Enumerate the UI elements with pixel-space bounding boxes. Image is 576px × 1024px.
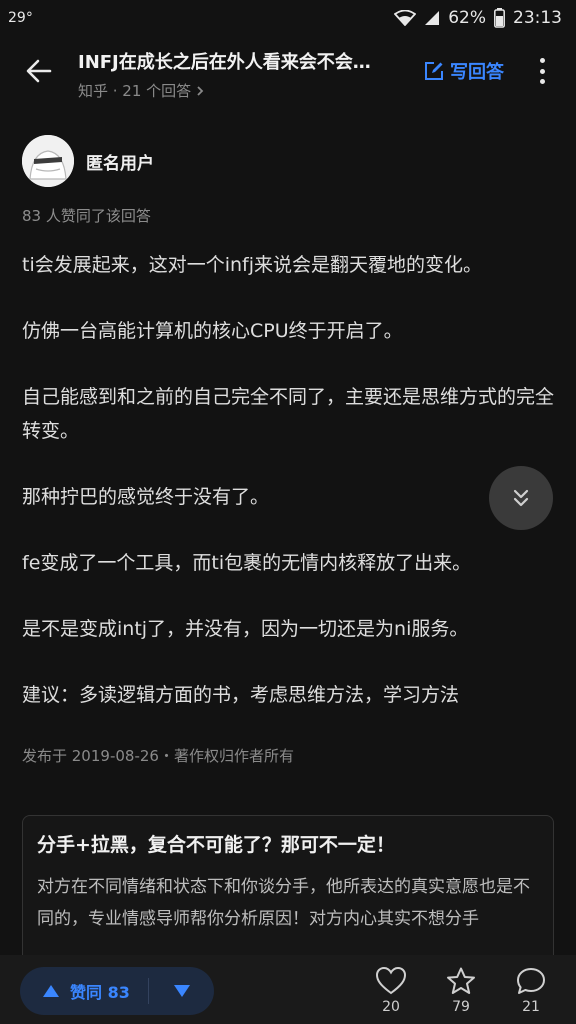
anonymous-avatar-icon bbox=[22, 135, 74, 187]
likes-note: 83 人赞同了该回答 bbox=[22, 207, 151, 225]
like-button[interactable]: 20 bbox=[366, 967, 416, 1015]
downvote-button[interactable] bbox=[149, 984, 214, 998]
answer-paragraph: 建议：多读逻辑方面的书，考虑思维方法，学习方法 bbox=[22, 684, 460, 706]
publish-info: 发布于 2019-08-26・著作权归作者所有 bbox=[22, 747, 294, 765]
question-title-block[interactable]: INFJ在成长之后在外人看来会不会… 知乎 · 21 个回答 bbox=[78, 48, 408, 101]
like-count: 20 bbox=[382, 999, 400, 1015]
signal-icon bbox=[424, 10, 440, 26]
scroll-down-button[interactable] bbox=[489, 466, 553, 530]
chevron-right-icon bbox=[197, 85, 204, 96]
answer-paragraph: 自己能感到和之前的自己完全不同了，主要还是思维方式的完全转变。 bbox=[22, 386, 555, 442]
battery-text: 62% bbox=[448, 8, 486, 28]
comment-count: 21 bbox=[522, 999, 540, 1015]
arrow-left-icon bbox=[26, 59, 52, 83]
double-chevron-down-icon bbox=[513, 489, 529, 507]
heart-icon bbox=[376, 967, 406, 995]
ad-body[interactable]: 对方在不同情绪和状态下和你谈分手，他所表达的真实意愿也是不同的，专业情感导师帮你… bbox=[37, 871, 539, 935]
bottom-action-bar: 赞同 83 20 79 21 bbox=[0, 955, 576, 1024]
temperature-text: 29° bbox=[8, 10, 33, 26]
comment-button[interactable]: 21 bbox=[506, 967, 556, 1015]
more-options-icon[interactable] bbox=[530, 56, 554, 86]
answer-page: 29° 62% 23:13 INFJ在成长之后在外人看来会不会… 知乎 · 21… bbox=[0, 0, 576, 1024]
write-answer-button[interactable]: 写回答 bbox=[424, 58, 504, 84]
author-name[interactable]: 匿名用户 bbox=[86, 149, 154, 174]
avatar[interactable] bbox=[22, 135, 74, 187]
question-title[interactable]: INFJ在成长之后在外人看来会不会… bbox=[78, 48, 408, 74]
back-button[interactable] bbox=[20, 52, 58, 90]
star-icon bbox=[447, 967, 475, 994]
favorite-button[interactable]: 79 bbox=[436, 967, 486, 1015]
answer-paragraph: fe变成了一个工具，而ti包裹的无情内核释放了出来。 bbox=[22, 552, 472, 574]
answer-paragraph: 是不是变成intj了，并没有，因为一切还是为ni服务。 bbox=[22, 618, 469, 640]
answer-paragraph: ti会发展起来，这对一个infj来说会是翻天覆地的变化。 bbox=[22, 254, 483, 276]
answer-paragraph: 那种拧巴的感觉终于没有了。 bbox=[22, 486, 270, 508]
status-indicators: 62% 23:13 bbox=[394, 8, 562, 28]
question-subtitle[interactable]: 知乎 · 21 个回答 bbox=[78, 80, 408, 101]
triangle-up-icon bbox=[43, 985, 59, 997]
status-bar: 29° 62% 23:13 bbox=[0, 0, 576, 36]
write-answer-label: 写回答 bbox=[450, 62, 504, 83]
favorite-count: 79 bbox=[452, 999, 470, 1015]
battery-icon bbox=[494, 8, 505, 28]
edit-icon bbox=[425, 62, 443, 80]
upvote-button[interactable]: 赞同 83 bbox=[20, 979, 148, 1003]
author-row[interactable]: 匿名用户 bbox=[22, 135, 154, 187]
clock-text: 23:13 bbox=[513, 8, 562, 28]
ad-title[interactable]: 分手+拉黑，复合不可能了？那可不一定！ bbox=[37, 830, 539, 857]
upvote-label: 赞同 83 bbox=[70, 983, 130, 1002]
triangle-down-icon bbox=[173, 985, 190, 997]
answer-paragraph: 仿佛一台高能计算机的核心CPU终于开启了。 bbox=[22, 320, 403, 342]
wifi-icon bbox=[394, 10, 417, 26]
vote-pill: 赞同 83 bbox=[20, 967, 214, 1015]
comment-icon bbox=[517, 968, 545, 994]
answer-content: ti会发展起来，这对一个infj来说会是翻天覆地的变化。 仿佛一台高能计算机的核… bbox=[22, 248, 556, 744]
app-header: INFJ在成长之后在外人看来会不会… 知乎 · 21 个回答 写回答 bbox=[0, 36, 576, 106]
answer-count-text: 知乎 · 21 个回答 bbox=[78, 82, 192, 100]
